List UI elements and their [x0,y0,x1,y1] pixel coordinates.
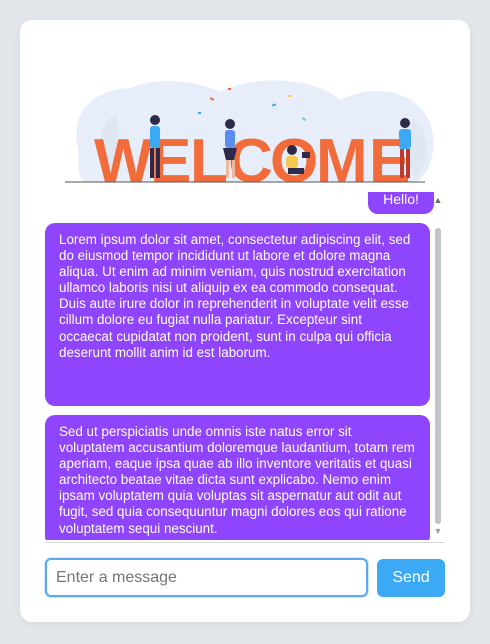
scroll-down-icon[interactable]: ▼ [433,526,443,536]
bot-message: Lorem ipsum dolor sit amet, consectetur … [45,223,430,406]
banner-letter: L [190,127,228,195]
banner-letter: M [316,127,368,195]
banner-letter: W [94,127,153,195]
bot-message: Sed ut perspiciatis unde omnis iste natu… [45,415,430,540]
welcome-letters: W E L C O M E [94,127,410,195]
user-message: Hello! [368,192,434,214]
welcome-banner: W E L C O M E [65,80,434,195]
message-list-scrollbar[interactable]: ▲ ▼ [430,192,446,540]
scroll-thumb[interactable] [435,228,441,524]
message-input[interactable] [45,558,368,597]
send-button[interactable]: Send [377,559,445,597]
divider [45,542,445,543]
scroll-up-icon[interactable]: ▲ [433,195,443,205]
chat-card: W E L C O M E [20,20,470,622]
message-list[interactable]: Hello! Lorem ipsum dolor sit amet, conse… [20,192,470,540]
